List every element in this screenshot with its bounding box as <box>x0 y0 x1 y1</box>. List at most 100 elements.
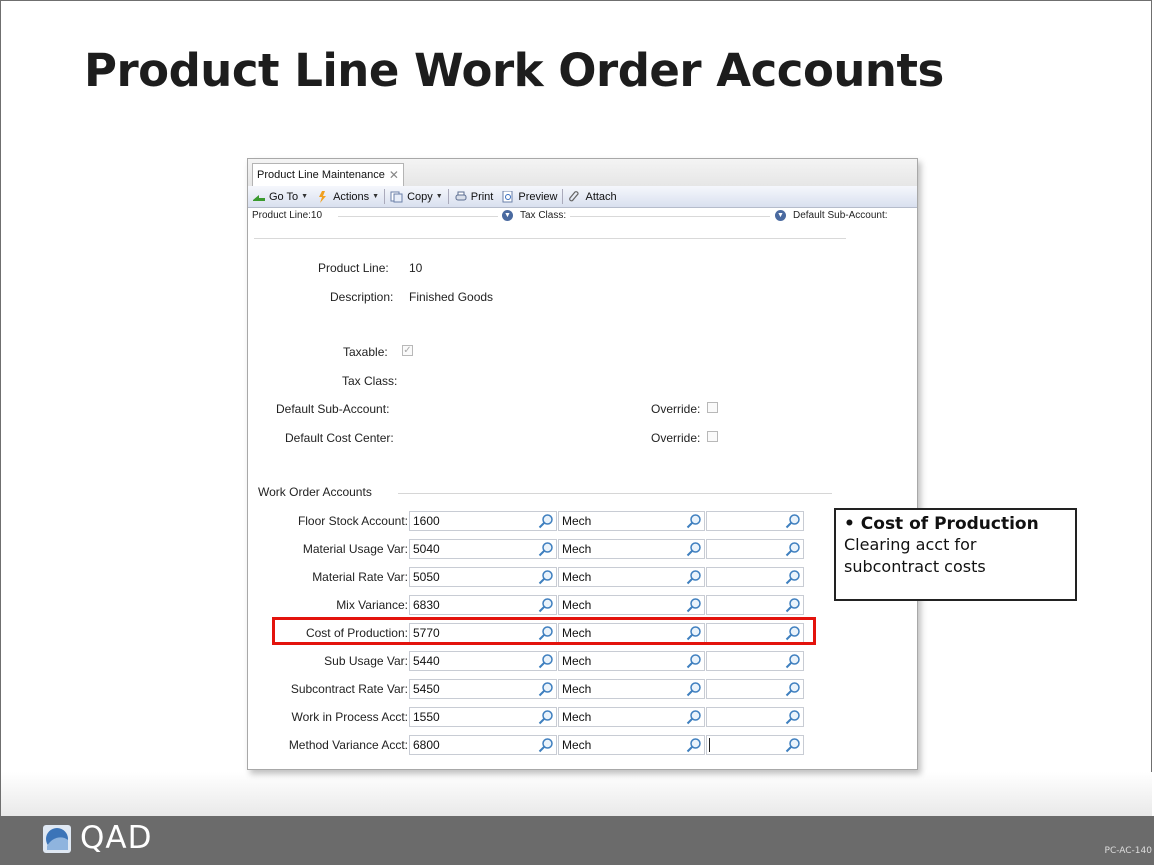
sub-account-field[interactable]: Mech <box>558 595 705 615</box>
summary-product-line: Product Line:10 <box>252 210 323 221</box>
row-label: Sub Usage Var: <box>324 654 408 668</box>
lookup-icon[interactable] <box>686 513 702 529</box>
row-label: Material Rate Var: <box>312 570 408 584</box>
attach-button[interactable]: Attach <box>564 191 620 203</box>
close-icon[interactable]: ✕ <box>389 168 399 182</box>
taxable-checkbox[interactable]: ✓ <box>402 345 413 356</box>
sub-account-override-checkbox[interactable] <box>707 402 718 413</box>
cost-center-override-checkbox[interactable] <box>707 431 718 442</box>
sub-account-field[interactable]: Mech <box>558 539 705 559</box>
row-label: Subcontract Rate Var: <box>290 682 408 696</box>
account-field[interactable]: 5450 <box>409 679 557 699</box>
sub-account-field[interactable]: Mech <box>558 707 705 727</box>
goto-label: Go To <box>269 190 299 203</box>
slide-code: PC-AC-140 <box>1104 846 1152 856</box>
description-label: Description: <box>330 290 394 304</box>
preview-label: Preview <box>518 190 558 203</box>
lookup-icon[interactable] <box>538 653 554 669</box>
summary-tax-class: Tax Class: <box>520 210 567 221</box>
summary-divider <box>338 216 498 217</box>
copy-label: Copy <box>407 190 433 203</box>
tab-label: Product Line Maintenance <box>257 169 385 181</box>
product-line-value: 10 <box>409 261 423 275</box>
goto-icon <box>253 194 265 201</box>
lookup-icon[interactable] <box>686 597 702 613</box>
preview-button[interactable]: Preview <box>497 190 561 203</box>
lookup-icon[interactable] <box>785 737 801 753</box>
lookup-icon[interactable] <box>538 513 554 529</box>
account-field[interactable]: 5040 <box>409 539 557 559</box>
actions-label: Actions <box>333 190 370 203</box>
account-row-method-variance: Method Variance Acct: 6800 Mech <box>248 735 917 755</box>
copy-icon <box>390 191 403 202</box>
lookup-icon[interactable] <box>785 513 801 529</box>
taxable-label: Taxable: <box>343 345 388 359</box>
row-label: Work in Process Acct: <box>291 710 408 724</box>
tab-product-line-maintenance[interactable]: Product Line Maintenance ✕ <box>252 163 404 186</box>
row-label: Material Usage Var: <box>302 542 408 556</box>
account-field[interactable]: 5050 <box>409 567 557 587</box>
print-icon <box>455 191 467 200</box>
lookup-icon[interactable] <box>785 681 801 697</box>
account-field[interactable]: 6830 <box>409 595 557 615</box>
lookup-icon[interactable] <box>686 681 702 697</box>
lookup-icon[interactable] <box>785 597 801 613</box>
chevron-down-icon: ▼ <box>435 193 443 200</box>
slide-bottom-fade <box>1 772 1152 816</box>
summary-default-sub-account: Default Sub-Account: <box>793 210 888 221</box>
goto-button[interactable]: Go To ▼ <box>248 191 312 203</box>
sub-account-field[interactable]: Mech <box>558 679 705 699</box>
lookup-icon[interactable] <box>686 541 702 557</box>
sub-account-field[interactable]: Mech <box>558 651 705 671</box>
summary-divider <box>570 216 770 217</box>
product-line-maintenance-window: Product Line Maintenance ✕ Go To ▼ Actio… <box>247 158 918 770</box>
account-row-sub-usage-var: Sub Usage Var: 5440 Mech <box>248 651 917 671</box>
callout-heading: • Cost of Production <box>844 514 1039 534</box>
lookup-icon[interactable] <box>686 569 702 585</box>
lookup-icon[interactable] <box>686 709 702 725</box>
account-field[interactable]: 6800 <box>409 735 557 755</box>
account-row-floor-stock: Floor Stock Account: 1600 Mech <box>248 511 917 531</box>
summary-bar: Product Line:10 ▼ Tax Class: ▼ Default S… <box>248 207 917 226</box>
sub-account-field[interactable]: Mech <box>558 735 705 755</box>
sub-account-field[interactable]: Mech <box>558 567 705 587</box>
actions-button[interactable]: Actions ▼ <box>312 190 383 203</box>
lookup-icon[interactable] <box>538 569 554 585</box>
default-cost-center-label: Default Cost Center: <box>285 431 394 445</box>
sub-account-field[interactable]: Mech <box>558 511 705 531</box>
account-row-subcontract-rate-var: Subcontract Rate Var: 5450 Mech <box>248 679 917 699</box>
print-label: Print <box>470 190 494 203</box>
lookup-icon[interactable] <box>785 541 801 557</box>
lookup-icon[interactable] <box>785 653 801 669</box>
actions-icon <box>319 190 327 203</box>
account-row-material-rate-var: Material Rate Var: 5050 Mech <box>248 567 917 587</box>
slide-title: Product Line Work Order Accounts <box>84 44 944 97</box>
lookup-icon[interactable] <box>785 569 801 585</box>
toolbar-separator <box>384 189 386 204</box>
lookup-icon[interactable] <box>538 681 554 697</box>
row-label: Floor Stock Account: <box>297 514 408 528</box>
qad-logo-icon <box>43 825 71 853</box>
description-value: Finished Goods <box>409 290 494 304</box>
account-row-material-usage-var: Material Usage Var: 5040 Mech <box>248 539 917 559</box>
copy-button[interactable]: Copy ▼ <box>386 191 447 203</box>
lookup-icon[interactable] <box>538 597 554 613</box>
product-line-label: Product Line: <box>318 261 389 275</box>
expand-icon[interactable]: ▼ <box>502 210 513 221</box>
group-divider <box>398 493 832 494</box>
account-field[interactable]: 1600 <box>409 511 557 531</box>
expand-icon[interactable]: ▼ <box>775 210 786 221</box>
toolbar-separator <box>562 189 564 204</box>
lookup-icon[interactable] <box>538 737 554 753</box>
row-label: Method Variance Acct: <box>288 738 408 752</box>
lookup-icon[interactable] <box>686 737 702 753</box>
attach-icon <box>569 190 580 201</box>
tax-class-label: Tax Class: <box>342 374 398 388</box>
account-field[interactable]: 5440 <box>409 651 557 671</box>
lookup-icon[interactable] <box>686 653 702 669</box>
lookup-icon[interactable] <box>538 709 554 725</box>
lookup-icon[interactable] <box>538 541 554 557</box>
account-field[interactable]: 1550 <box>409 707 557 727</box>
print-button[interactable]: Print <box>450 191 498 203</box>
lookup-icon[interactable] <box>785 709 801 725</box>
